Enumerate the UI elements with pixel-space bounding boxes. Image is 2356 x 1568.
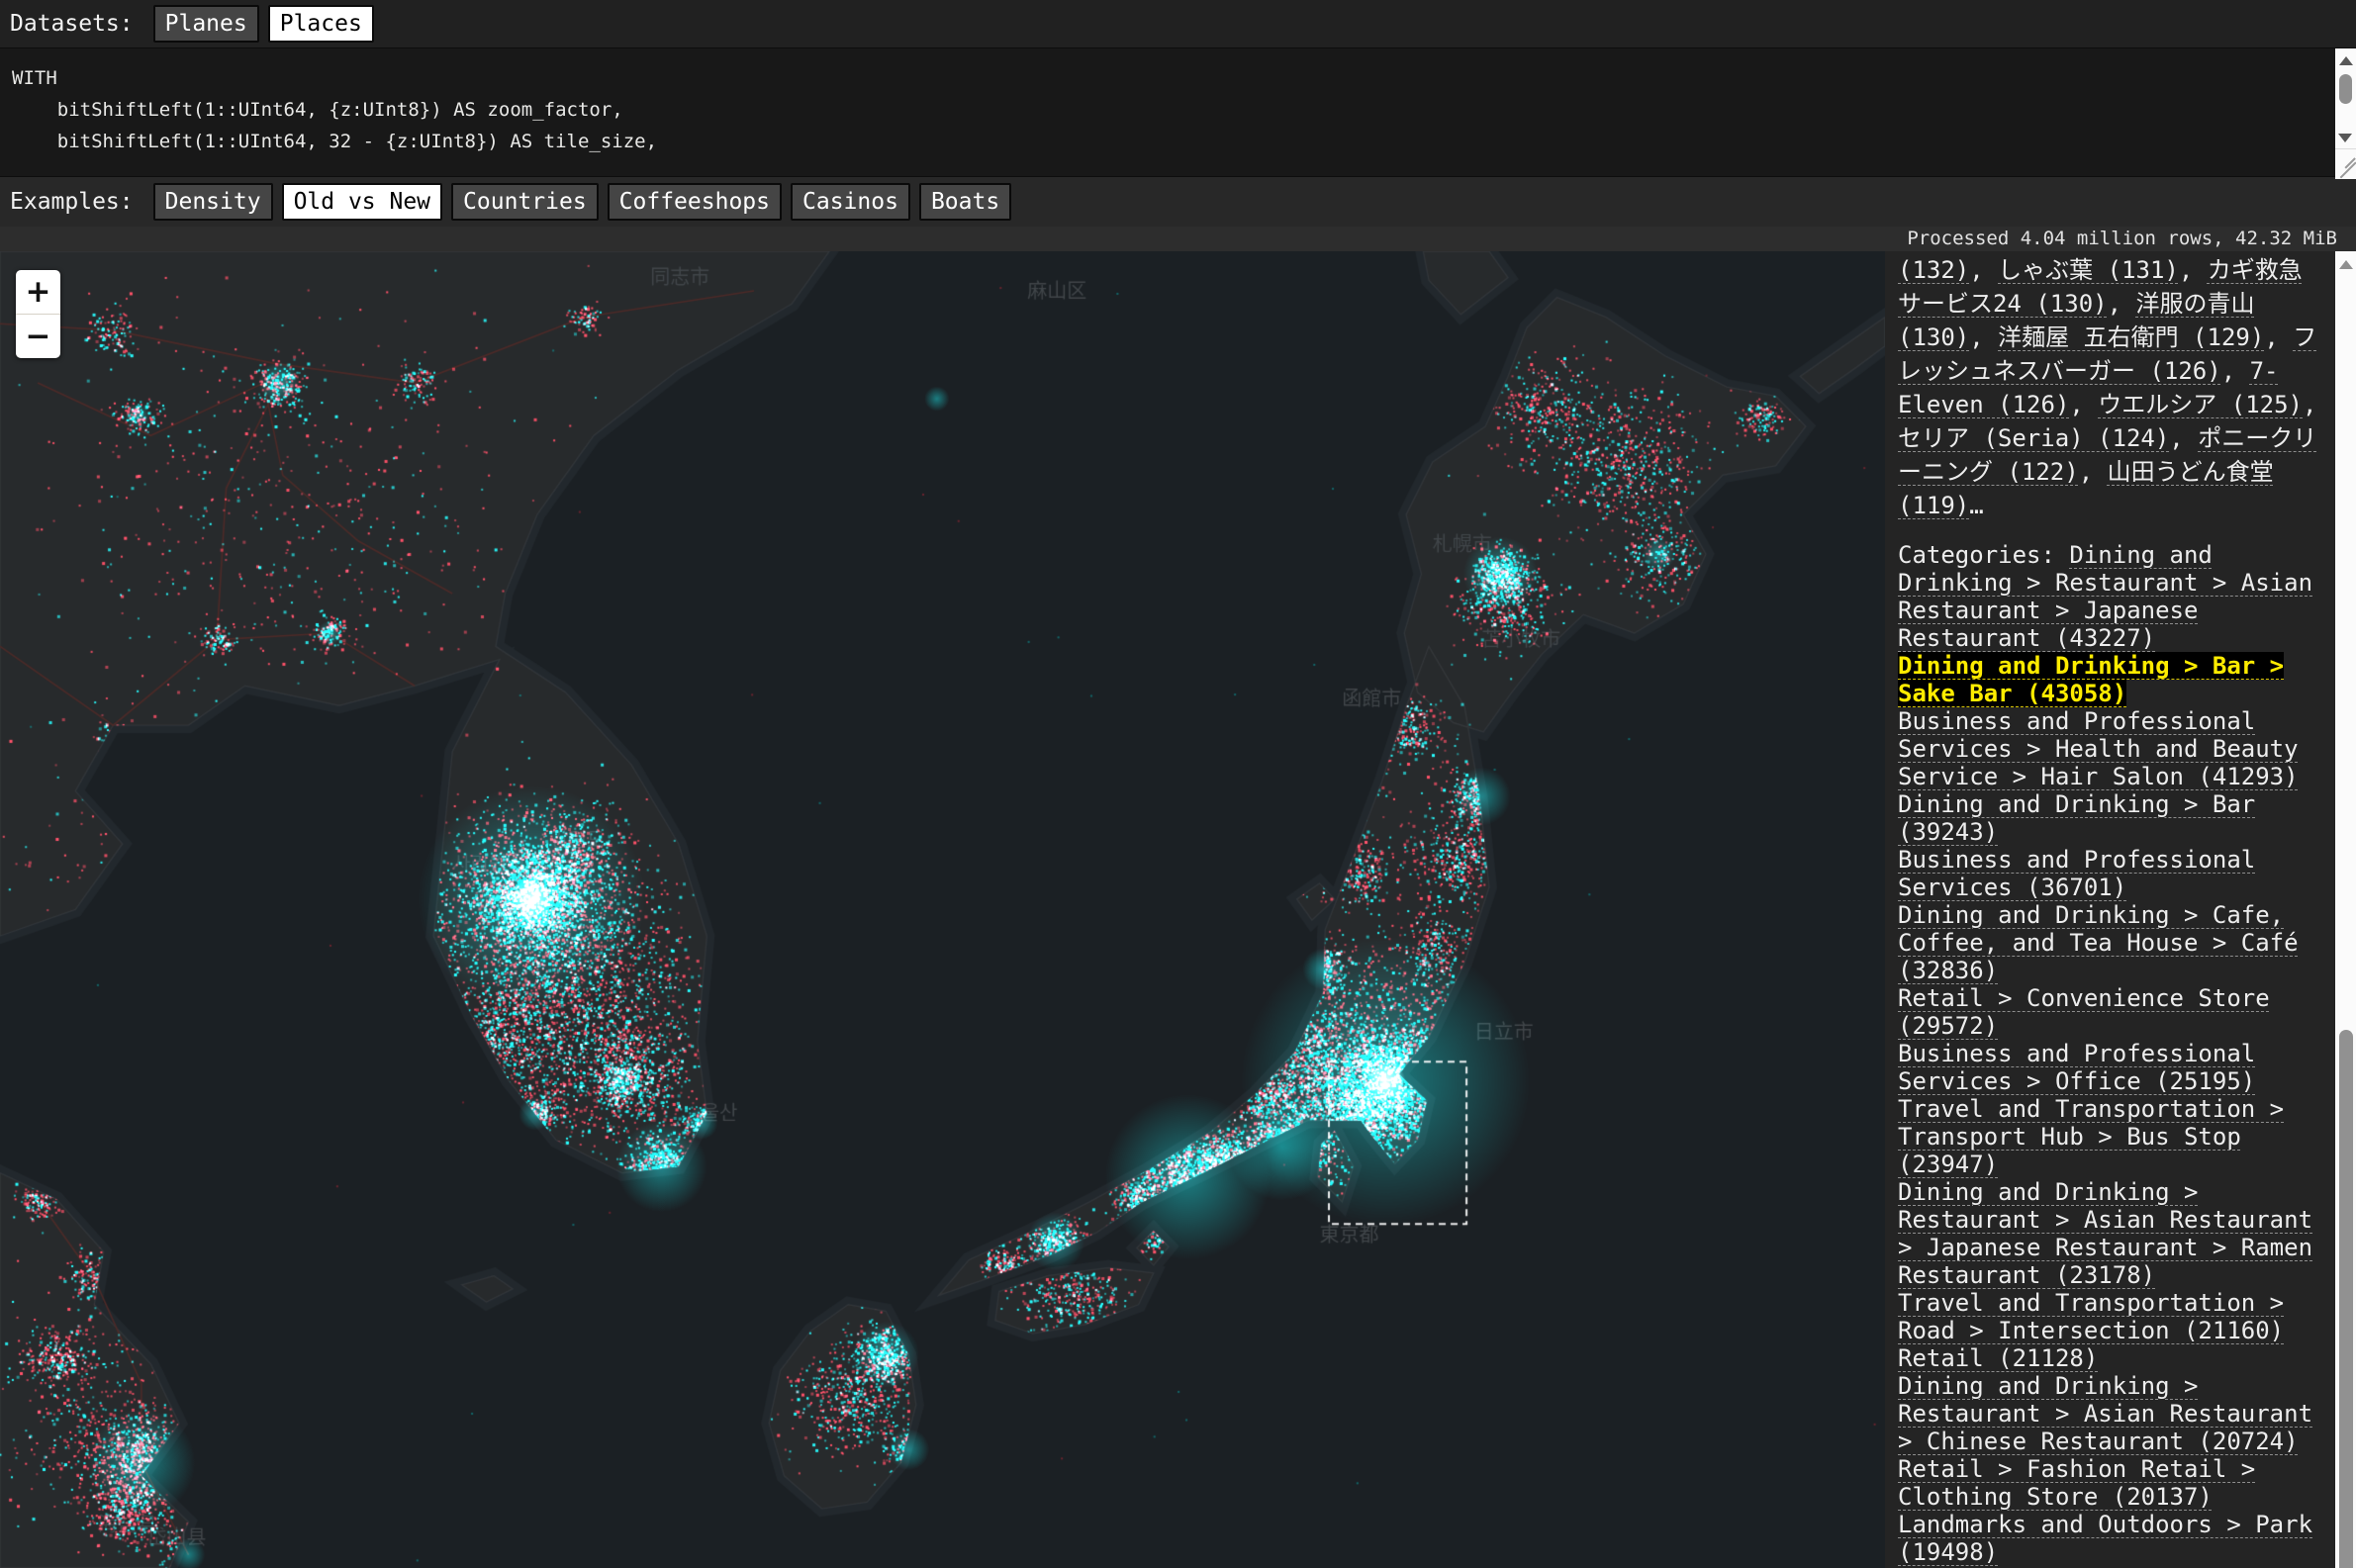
scroll-up-icon[interactable] — [2339, 56, 2353, 65]
category-link[interactable]: Business and Professional Services > Hea… — [1898, 707, 2299, 790]
category-link-highlighted[interactable]: Dining and Drinking > Bar > Sake Bar (43… — [1898, 652, 2284, 707]
category-row: Landmarks and Outdoors > Park (19498) — [1898, 1511, 2324, 1566]
dataset-button-places[interactable]: Places — [268, 5, 374, 44]
dataset-buttons: PlanesPlaces — [153, 5, 383, 44]
example-button-old-vs-new[interactable]: Old vs New — [282, 183, 442, 222]
query-editor[interactable]: WITH bitShiftLeft(1::UInt64, {z:UInt8}) … — [0, 47, 2356, 177]
category-row: Business and Professional Services > Hea… — [1898, 707, 2324, 790]
main-area: + − (132), しゃぶ葉 (131), カギ救急サービス24 (130),… — [0, 251, 2356, 1568]
dataset-button-planes[interactable]: Planes — [153, 5, 259, 44]
brand-link[interactable]: ウエルシア (125) — [2098, 391, 2303, 418]
scroll-up-icon[interactable] — [2339, 260, 2353, 269]
brand-link[interactable]: (132) — [1898, 256, 1969, 284]
map-canvas[interactable] — [0, 251, 1885, 1568]
brand-link[interactable]: 洋麺屋 五右衛門 (129) — [1998, 323, 2264, 351]
category-link[interactable]: Dining and Drinking > Cafe, Coffee, and … — [1898, 901, 2299, 984]
category-row: Retail > Fashion Retail > Clothing Store… — [1898, 1455, 2324, 1511]
page-scrollbar-thumb[interactable] — [2339, 1030, 2353, 1568]
category-link[interactable]: Dining and Drinking > Bar (39243) — [1898, 790, 2255, 846]
category-row: Dining and Drinking > Bar (39243) — [1898, 790, 2324, 846]
page-scrollbar[interactable] — [2335, 251, 2356, 1568]
category-link[interactable]: Business and Professional Services (3670… — [1898, 846, 2255, 901]
example-button-casinos[interactable]: Casinos — [791, 183, 910, 222]
example-button-coffeeshops[interactable]: Coffeeshops — [608, 183, 782, 222]
map-zoom-control: + − — [16, 270, 60, 358]
category-link[interactable]: Retail > Convenience Store (29572) — [1898, 984, 2270, 1040]
category-row: Travel and Transportation > Road > Inter… — [1898, 1289, 2324, 1344]
category-row: Travel and Transportation > Transport Hu… — [1898, 1095, 2324, 1178]
category-row: Business and Professional Services (3670… — [1898, 846, 2324, 901]
category-link[interactable]: Travel and Transportation > Road > Inter… — [1898, 1289, 2284, 1344]
category-row: Dining and Drinking > Cafe, Coffee, and … — [1898, 901, 2324, 984]
example-button-density[interactable]: Density — [153, 183, 273, 222]
categories-list: Categories: Dining and Drinking > Restau… — [1898, 541, 2324, 1566]
zoom-in-button[interactable]: + — [16, 270, 60, 314]
app-window: Datasets: PlanesPlaces WITH bitShiftLeft… — [0, 0, 2356, 1568]
brand-link[interactable]: しゃぶ葉 (131) — [1998, 256, 2179, 284]
category-link[interactable]: Travel and Transportation > Transport Hu… — [1898, 1095, 2284, 1178]
category-link[interactable]: Business and Professional Services > Off… — [1898, 1040, 2255, 1095]
category-link[interactable]: Dining and Drinking > Restaurant > Asian… — [1898, 1178, 2312, 1289]
datasets-bar: Datasets: PlanesPlaces — [0, 0, 2356, 47]
category-row: Retail > Convenience Store (29572) — [1898, 984, 2324, 1040]
examples-label: Examples: — [10, 189, 134, 215]
map[interactable]: + − — [0, 251, 1885, 1568]
brands-list: (132), しゃぶ葉 (131), カギ救急サービス24 (130), 洋服の… — [1898, 253, 2324, 522]
zoom-out-button[interactable]: − — [16, 315, 60, 358]
editor-scrollbar[interactable] — [2335, 48, 2356, 148]
query-text[interactable]: WITH bitShiftLeft(1::UInt64, {z:UInt8}) … — [0, 48, 2356, 176]
category-link[interactable]: Dining and Drinking > Restaurant > Asian… — [1898, 1372, 2312, 1455]
status-bar: Processed 4.04 million rows, 42.32 MiB — [0, 227, 2356, 251]
brand-link[interactable]: セリア (Seria) (124) — [1898, 424, 2169, 452]
editor-scrollbar-thumb[interactable] — [2339, 74, 2352, 104]
example-button-boats[interactable]: Boats — [919, 183, 1011, 222]
category-link[interactable]: Landmarks and Outdoors > Park (19498) — [1898, 1511, 2312, 1566]
category-link[interactable]: Retail > Fashion Retail > Clothing Store… — [1898, 1455, 2255, 1511]
category-row: Business and Professional Services > Off… — [1898, 1040, 2324, 1095]
examples-bar: Examples: DensityOld vs NewCountriesCoff… — [0, 177, 2356, 227]
textarea-resize-grip-icon[interactable] — [2335, 148, 2356, 179]
categories-label: Categories: — [1898, 541, 2069, 569]
scroll-down-icon[interactable] — [2338, 134, 2352, 142]
category-row: Retail (21128) — [1898, 1344, 2324, 1372]
category-row: Dining and Drinking > Restaurant > Asian… — [1898, 1178, 2324, 1289]
results-sidebar: (132), しゃぶ葉 (131), カギ救急サービス24 (130), 洋服の… — [1885, 251, 2356, 1568]
category-row: Dining and Drinking > Restaurant > Asian… — [1898, 1372, 2324, 1455]
category-link[interactable]: Retail (21128) — [1898, 1344, 2098, 1372]
datasets-label: Datasets: — [10, 11, 134, 37]
status-text: Processed 4.04 million rows, 42.32 MiB — [1907, 228, 2337, 249]
category-row: Dining and Drinking > Bar > Sake Bar (43… — [1898, 652, 2324, 707]
example-button-countries[interactable]: Countries — [451, 183, 599, 222]
example-buttons: DensityOld vs NewCountriesCoffeeshopsCas… — [153, 183, 1021, 222]
